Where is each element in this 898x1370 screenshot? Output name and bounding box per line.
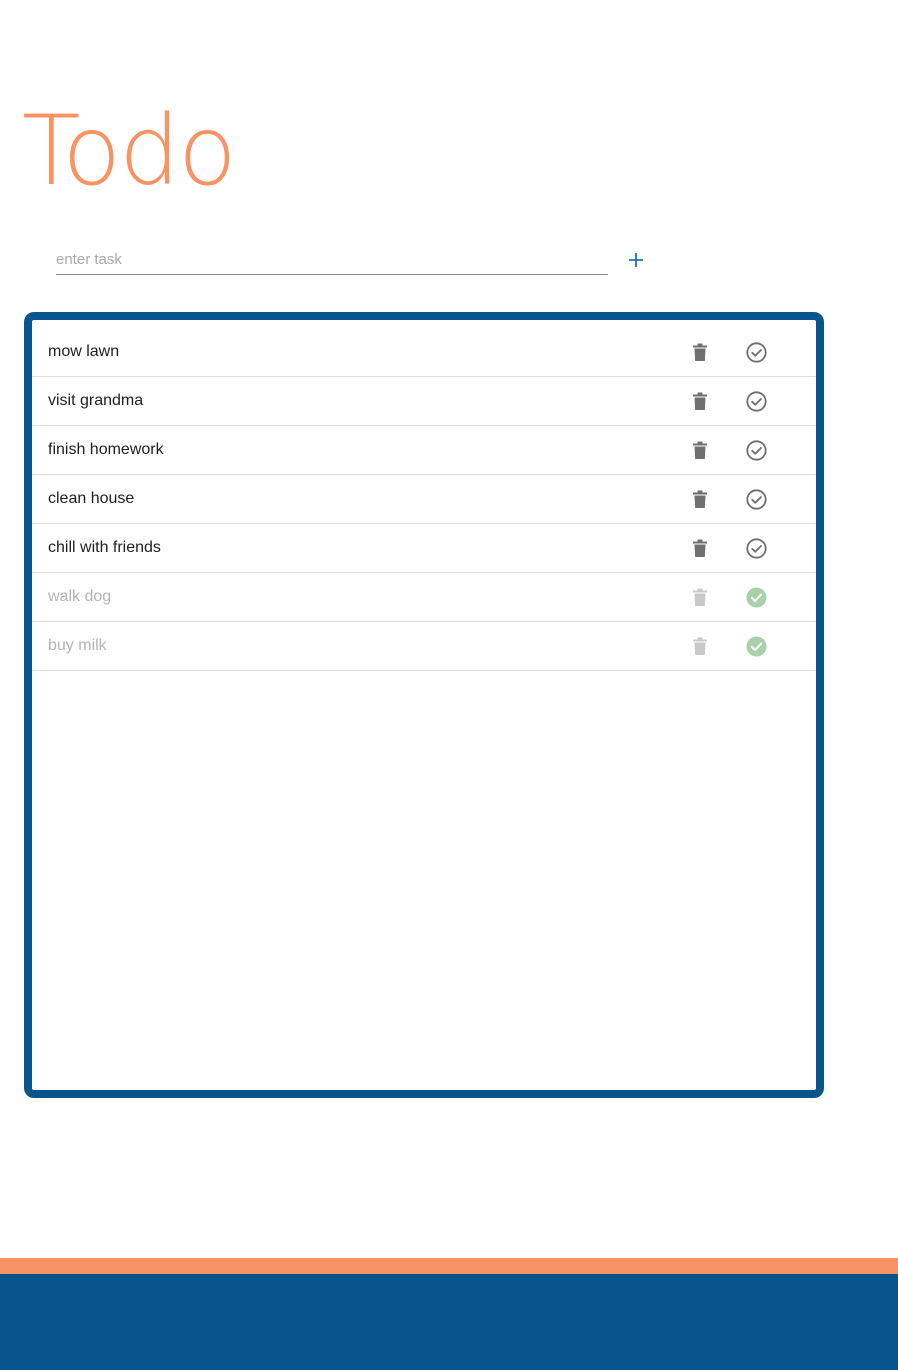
uncomplete-task-button[interactable] — [744, 585, 768, 609]
complete-task-button[interactable] — [744, 389, 768, 413]
task-label: walk dog — [48, 588, 112, 605]
trash-icon — [693, 392, 707, 410]
list-item: walk dog — [32, 573, 816, 622]
task-list: mow lawn visit grandma finish homework clea… — [32, 320, 816, 671]
add-task-button[interactable] — [624, 248, 648, 272]
check-circle-outline-icon — [745, 537, 767, 559]
plus-icon — [629, 253, 643, 267]
trash-icon — [693, 539, 707, 557]
list-item: clean house — [32, 475, 816, 524]
footer — [0, 1274, 898, 1370]
footer-accent-stripe — [0, 1258, 898, 1274]
delete-task-button[interactable] — [688, 634, 712, 658]
complete-task-button[interactable] — [744, 487, 768, 511]
list-item: finish homework — [32, 426, 816, 475]
delete-task-button[interactable] — [688, 487, 712, 511]
trash-icon — [693, 490, 707, 508]
task-label: chill with friends — [48, 539, 161, 556]
task-label: finish homework — [48, 441, 164, 458]
task-list-panel: mow lawn visit grandma finish homework clea… — [24, 312, 824, 1098]
check-circle-outline-icon — [745, 488, 767, 510]
list-item: chill with friends — [32, 524, 816, 573]
list-item: visit grandma — [32, 377, 816, 426]
trash-icon — [693, 637, 707, 655]
todo-app: Todo mow lawn visit grandma finish homewor… — [0, 0, 898, 1370]
list-item: buy milk — [32, 622, 816, 671]
check-circle-filled-icon — [746, 636, 766, 656]
trash-icon — [693, 588, 707, 606]
uncomplete-task-button[interactable] — [744, 634, 768, 658]
delete-task-button[interactable] — [688, 536, 712, 560]
list-item: mow lawn — [32, 328, 816, 377]
delete-task-button[interactable] — [688, 438, 712, 462]
task-input[interactable] — [56, 244, 608, 275]
delete-task-button[interactable] — [688, 340, 712, 364]
task-entry-row — [56, 244, 656, 276]
trash-icon — [693, 441, 707, 459]
complete-task-button[interactable] — [744, 438, 768, 462]
check-circle-outline-icon — [745, 439, 767, 461]
task-label: clean house — [48, 490, 135, 507]
complete-task-button[interactable] — [744, 536, 768, 560]
check-circle-outline-icon — [745, 341, 767, 363]
task-label: buy milk — [48, 637, 107, 654]
task-label: mow lawn — [48, 343, 120, 360]
page-title: Todo — [22, 95, 237, 207]
delete-task-button[interactable] — [688, 389, 712, 413]
trash-icon — [693, 343, 707, 361]
task-label: visit grandma — [48, 392, 144, 409]
check-circle-filled-icon — [746, 587, 766, 607]
complete-task-button[interactable] — [744, 340, 768, 364]
check-circle-outline-icon — [745, 390, 767, 412]
delete-task-button[interactable] — [688, 585, 712, 609]
